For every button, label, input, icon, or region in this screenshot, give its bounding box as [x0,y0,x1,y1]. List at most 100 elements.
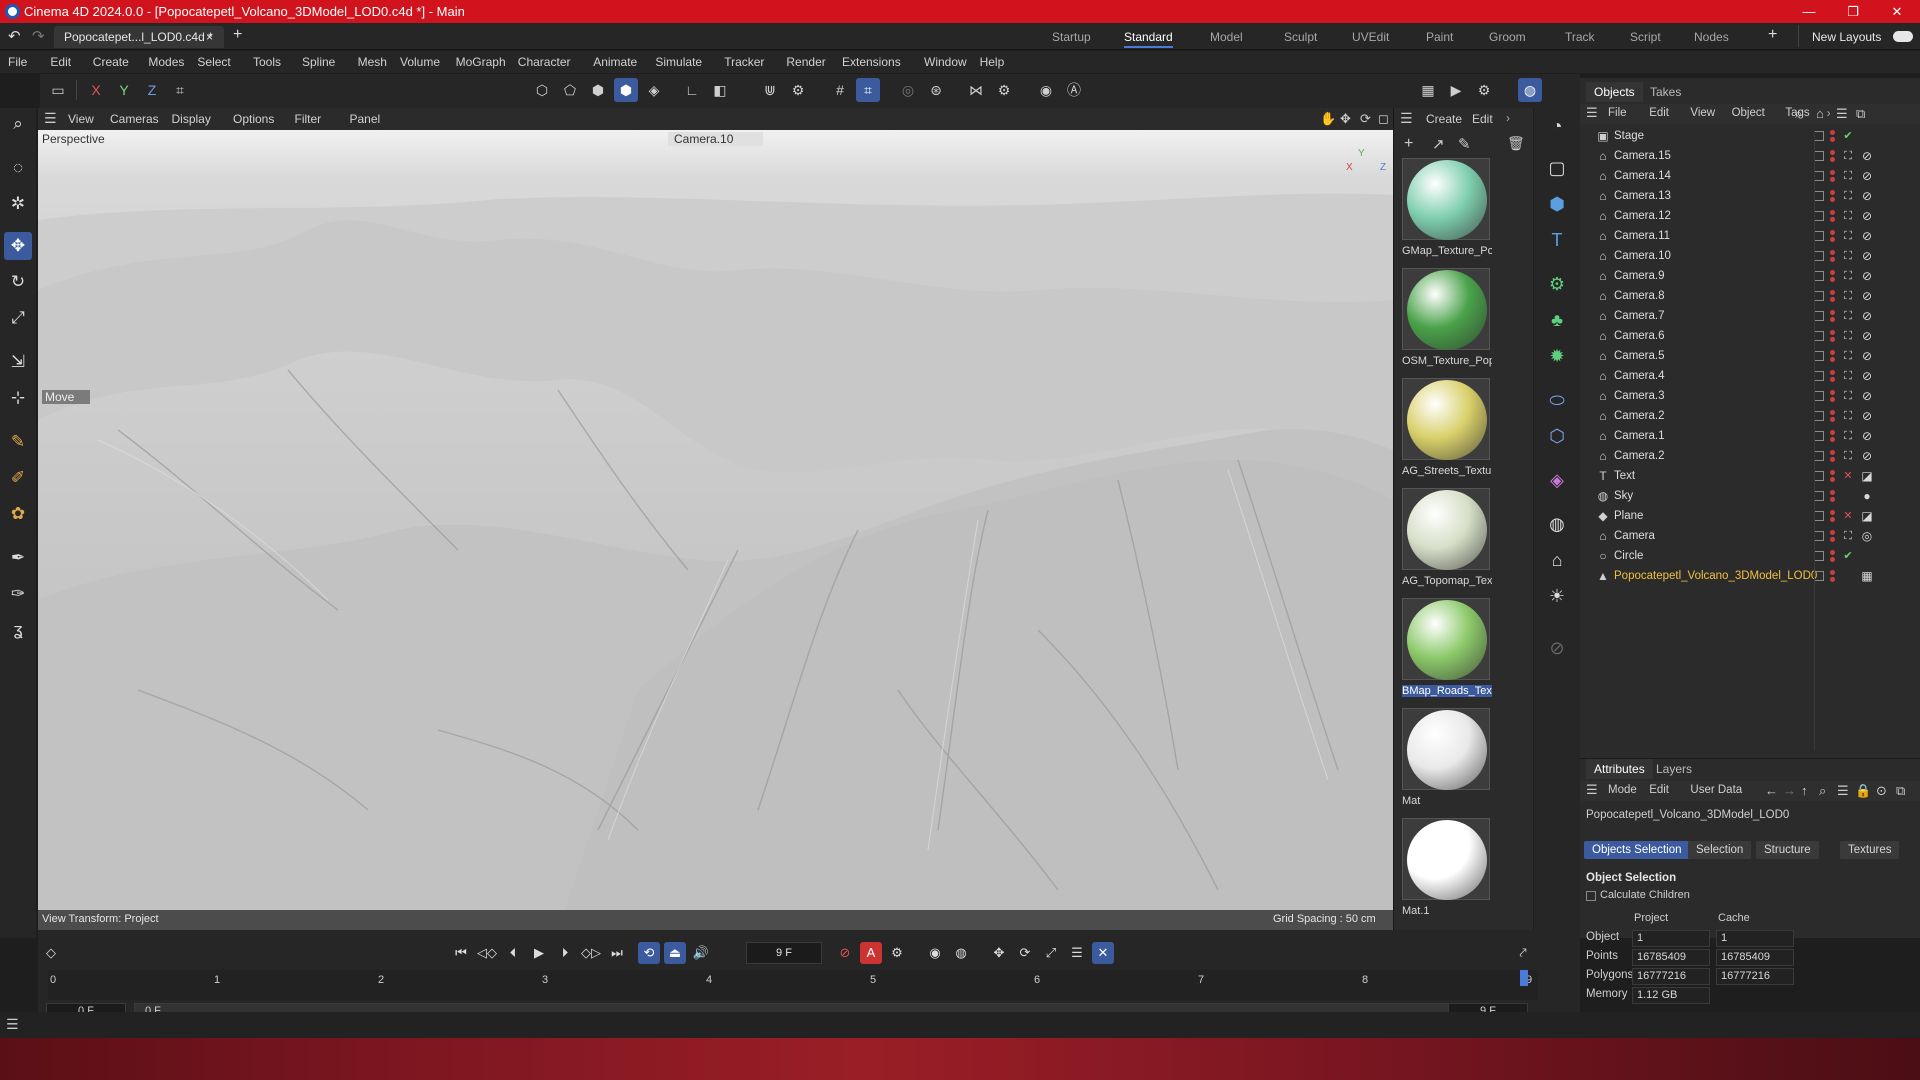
object-status-icon[interactable]: ⛶ [1841,186,1855,206]
playhead[interactable] [1520,970,1528,986]
pla-key-icon[interactable]: ✕ [1092,942,1114,964]
new-tab-icon[interactable]: + [233,26,242,44]
object-status-icon[interactable]: ⛶ [1841,146,1855,166]
calculate-children-checkbox[interactable] [1586,891,1596,901]
material-swatch[interactable]: OSM_Texture_Pop [1402,268,1492,367]
render-visibility-dot[interactable] [1830,257,1835,262]
menu-render[interactable]: Render [786,55,825,69]
object-status-icon[interactable]: ⛶ [1841,266,1855,286]
object-row[interactable]: ⌂ Camera.8 ⛶ ⊘ [1580,286,1920,306]
home-icon[interactable]: ⌂ [1816,106,1824,121]
object-status-icon[interactable]: ✔ [1841,126,1855,146]
autokey-icon[interactable]: A [860,942,882,964]
object-status-icon[interactable]: ⛶ [1841,446,1855,466]
object-tag-icon[interactable]: ⊘ [1860,446,1874,466]
subtab-structure[interactable]: Structure [1756,841,1819,859]
object-hamburger-icon[interactable]: ☰ [1586,105,1598,121]
material-swatch[interactable]: Mat.1 [1402,818,1492,917]
render-visibility-dot[interactable] [1830,457,1835,462]
volume-icon[interactable]: ◈ [1543,466,1571,494]
generator-icon[interactable]: ⚙ [1543,270,1571,298]
layout-tab-model[interactable]: Model [1210,28,1243,46]
render-visibility-dot[interactable] [1830,337,1835,342]
target-icon[interactable]: ⊙ [1876,783,1887,799]
render-visibility-dot[interactable] [1830,397,1835,402]
filter-icon[interactable]: ☰ [1836,106,1848,122]
object-row[interactable]: ⌂ Camera.3 ⛶ ⊘ [1580,386,1920,406]
menu-tracker[interactable]: Tracker [724,55,764,69]
sound-icon[interactable]: 🔊 [690,942,712,964]
object-status-icon[interactable]: ✕ [1841,466,1855,486]
scale-tool-icon[interactable]: ⤢ [4,304,32,332]
material-swatch[interactable]: AG_Streets_Textur [1402,378,1492,477]
param-key-icon[interactable]: ☰ [1066,942,1088,964]
object-row[interactable]: ⌂ Camera.11 ⛶ ⊘ [1580,226,1920,246]
lock-icon[interactable]: 🔒 [1855,783,1871,799]
object-tag-icon[interactable]: ◪ [1860,506,1874,526]
next-frame-icon[interactable]: ⏵ [554,942,576,964]
interactive-render-icon[interactable]: ◍ [1518,78,1542,102]
menu-spline[interactable]: Spline [302,55,335,69]
material-swatch[interactable]: Mat [1402,708,1492,807]
editor-visibility-dot[interactable] [1830,150,1835,155]
tag-icon[interactable]: ⊘ [1543,634,1571,662]
new-material-icon[interactable]: + [1404,135,1413,153]
editor-visibility-dot[interactable] [1830,350,1835,355]
subtab-textures[interactable]: Textures [1840,841,1900,859]
layer-checkbox[interactable] [1814,471,1824,481]
uv-mode-icon[interactable]: ◈ [642,78,666,102]
object-row[interactable]: ⌂ Camera.14 ⛶ ⊘ [1580,166,1920,186]
menu-modes[interactable]: Modes [148,55,184,69]
chevron-right-icon[interactable]: › [1506,111,1510,125]
rotate-key-icon[interactable]: ⟳ [1014,942,1036,964]
render-to-picture-viewer-icon[interactable]: ▶ [1444,78,1468,102]
object-tag-icon[interactable]: ● [1860,486,1874,506]
editor-visibility-dot[interactable] [1830,470,1835,475]
magnet-tool-icon[interactable]: ʓ [4,616,32,644]
render-visibility-dot[interactable] [1830,557,1835,562]
minimize-button[interactable]: — [1789,0,1829,23]
forward-arrow-icon[interactable]: → [1783,783,1796,798]
menu-volume[interactable]: Volume [400,55,440,69]
editor-visibility-dot[interactable] [1830,270,1835,275]
go-to-end-icon[interactable]: ⏭ [606,942,628,964]
tab-objects[interactable]: Objects [1586,82,1643,102]
brush-tool-icon[interactable]: ✒ [4,544,32,572]
key-mode-icon[interactable]: ◍ [950,942,972,964]
object-status-icon[interactable]: ⛶ [1841,206,1855,226]
object-row[interactable]: ○ Circle ✔ [1580,546,1920,566]
render-visibility-dot[interactable] [1830,357,1835,362]
object-tag-icon[interactable]: ⊘ [1860,266,1874,286]
delete-icon[interactable]: 🗑 [1507,135,1525,152]
add-layout-icon[interactable]: + [1768,26,1777,44]
loop-icon[interactable]: ⟲ [638,942,660,964]
editor-visibility-dot[interactable] [1830,370,1835,375]
object-tag-icon[interactable]: ⊘ [1860,166,1874,186]
object-row[interactable]: ⌂ Camera.15 ⛶ ⊘ [1580,146,1920,166]
layer-checkbox[interactable] [1814,451,1824,461]
layer-checkbox[interactable] [1814,331,1824,341]
object-tag-icon[interactable]: ⊘ [1860,426,1874,446]
quantize-icon[interactable]: ⊛ [924,78,948,102]
menu-edit[interactable]: Edit [50,55,71,69]
menu-mograph[interactable]: MoGraph [456,55,506,69]
object-status-icon[interactable]: ⛶ [1841,306,1855,326]
grid-icon[interactable]: # [828,78,852,102]
layout-tab-track[interactable]: Track [1565,28,1595,46]
render-visibility-dot[interactable] [1830,237,1835,242]
layer-checkbox[interactable] [1814,351,1824,361]
render-visibility-dot[interactable] [1830,317,1835,322]
viewport-menu-options[interactable]: Options [233,112,274,126]
menu-mesh[interactable]: Mesh [358,55,387,69]
keyframe-diamond-icon[interactable]: ◇ [40,942,62,964]
object-row[interactable]: ⌂ Camera.2 ⛶ ⊘ [1580,446,1920,466]
knife-tool-icon[interactable]: ✑ [4,580,32,608]
camera-object-icon[interactable]: ⌂ [1543,546,1571,574]
symmetry-settings-icon[interactable]: ⚙ [992,78,1016,102]
maximize-button[interactable]: ❐ [1833,0,1873,23]
material-swatch[interactable]: BMap_Roads_Text [1402,598,1492,697]
object-status-icon[interactable]: ⛶ [1841,246,1855,266]
render-visibility-dot[interactable] [1830,197,1835,202]
cube-icon[interactable]: ⬢ [1543,190,1571,218]
render-visibility-dot[interactable] [1830,497,1835,502]
